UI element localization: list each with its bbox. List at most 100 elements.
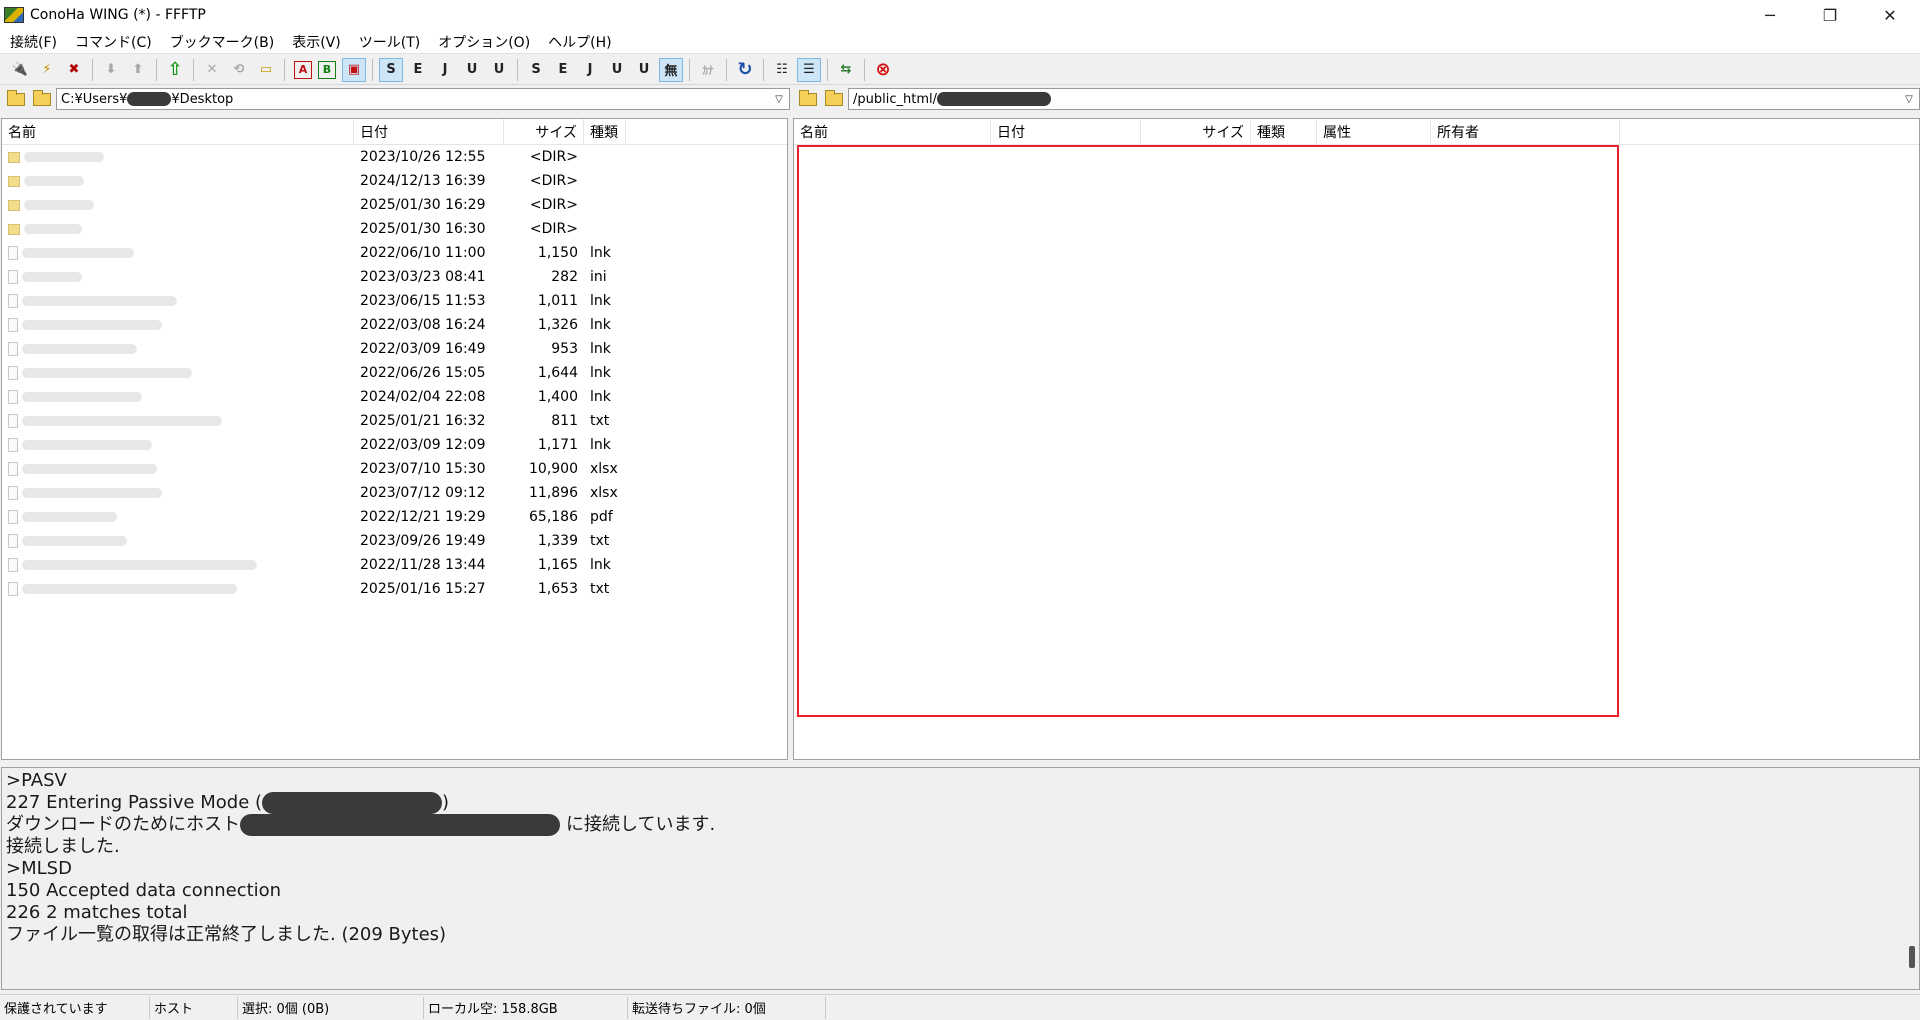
remote-open-folder-icon[interactable] <box>822 88 846 110</box>
table-row[interactable]: 2022/03/09 12:09 1,171 lnk <box>2 433 787 457</box>
log-window[interactable]: >PASV 227 Entering Passive Mode () ダウンロー… <box>1 767 1920 990</box>
auto-mode-icon[interactable]: ▣ <box>342 57 366 82</box>
local-col-size[interactable]: サイズ <box>504 119 584 145</box>
menu-view[interactable]: 表示(V) <box>286 32 347 52</box>
remote-file-list[interactable]: 名前 日付 サイズ 種類 属性 所有者 <box>793 118 1920 760</box>
table-row[interactable]: 2023/07/12 09:12 11,896 xlsx <box>2 481 787 505</box>
table-row[interactable]: 2024/02/04 22:08 1,400 lnk <box>2 385 787 409</box>
log-line: 150 Accepted data connection <box>6 880 282 901</box>
blurred-file-name <box>22 584 237 594</box>
remote-col-attr[interactable]: 属性 <box>1317 119 1431 145</box>
disconnect-icon[interactable]: ✖ <box>62 58 86 82</box>
remote-parent-folder-icon[interactable] <box>796 88 820 110</box>
remote-path-bar: /public_html/ ▽ <box>796 87 1920 111</box>
table-row[interactable]: 2022/06/26 15:05 1,644 lnk <box>2 361 787 385</box>
download-icon[interactable]: ⬇ <box>99 58 123 82</box>
utf8n-host-icon[interactable]: U <box>460 58 484 82</box>
menu-options[interactable]: オプション(O) <box>432 32 536 52</box>
table-row[interactable]: 2025/01/16 15:27 1,653 txt <box>2 577 787 601</box>
remote-col-type[interactable]: 種類 <box>1251 119 1317 145</box>
chevron-down-icon[interactable]: ▽ <box>771 91 787 107</box>
menu-tools[interactable]: ツール(T) <box>353 32 426 52</box>
file-name-cell <box>2 457 354 481</box>
local-file-list[interactable]: 名前 日付 サイズ 種類 2023/10/26 12:55 <DIR> 2024/1… <box>1 118 788 760</box>
table-row[interactable]: 2023/06/15 11:53 1,011 lnk <box>2 289 787 313</box>
list-view-icon[interactable]: ☷ <box>770 58 794 82</box>
detail-view-icon[interactable]: ☰ <box>797 57 821 82</box>
file-type-cell: pdf <box>590 509 613 525</box>
sjis-host-icon[interactable]: S <box>379 57 403 82</box>
table-row[interactable]: 2025/01/30 16:29 <DIR> <box>2 193 787 217</box>
file-date-cell: 2022/03/09 12:09 <box>360 437 486 453</box>
kana-convert-icon[interactable]: ｶﾅ <box>696 58 720 82</box>
file-name-cell <box>2 433 354 457</box>
file-size-cell: <DIR> <box>529 173 578 189</box>
remote-col-date[interactable]: 日付 <box>991 119 1141 145</box>
mirror-upload-icon[interactable]: ⇧ <box>163 58 187 82</box>
no-convert-icon[interactable]: 無 <box>659 57 683 82</box>
table-row[interactable]: 2023/03/23 08:41 282 ini <box>2 265 787 289</box>
binary-mode-icon[interactable]: B <box>318 60 336 79</box>
remote-path-input[interactable]: /public_html/ ▽ <box>848 88 1920 110</box>
connect-icon[interactable]: 🔌 <box>8 58 32 82</box>
menu-connect[interactable]: 接続(F) <box>4 32 63 52</box>
menu-help[interactable]: ヘルプ(H) <box>542 32 617 52</box>
blurred-file-name <box>24 224 82 234</box>
local-col-date[interactable]: 日付 <box>354 119 504 145</box>
euc-local-icon[interactable]: E <box>551 58 575 82</box>
table-row[interactable]: 2025/01/21 16:32 811 txt <box>2 409 787 433</box>
sjis-local-icon[interactable]: S <box>524 58 548 82</box>
blurred-file-name <box>24 176 84 186</box>
file-name-cell <box>2 265 354 289</box>
maximize-button[interactable]: ❐ <box>1800 0 1860 30</box>
local-col-name[interactable]: 名前 <box>2 119 354 145</box>
minimize-button[interactable]: ─ <box>1740 0 1800 30</box>
file-type-cell: lnk <box>590 557 611 573</box>
quick-connect-icon[interactable]: ⚡ <box>35 58 59 82</box>
upload-icon[interactable]: ⬆ <box>126 58 150 82</box>
chevron-down-icon[interactable]: ▽ <box>1901 91 1917 107</box>
local-path-input[interactable]: C:¥Users¥ ¥Desktop ▽ <box>56 88 790 110</box>
table-row[interactable]: 2023/10/26 12:55 <DIR> <box>2 145 787 169</box>
table-row[interactable]: 2022/06/10 11:00 1,150 lnk <box>2 241 787 265</box>
local-parent-folder-icon[interactable] <box>4 88 28 110</box>
table-row[interactable]: 2023/07/10 15:30 10,900 xlsx <box>2 457 787 481</box>
log-scrollbar-thumb[interactable] <box>1909 946 1915 968</box>
mkdir-icon[interactable]: ▭ <box>254 58 278 82</box>
table-row[interactable]: 2022/03/08 16:24 1,326 lnk <box>2 313 787 337</box>
file-name-cell <box>2 193 354 217</box>
refresh-icon[interactable]: ↻ <box>733 58 757 82</box>
menu-bookmark[interactable]: ブックマーク(B) <box>164 32 281 52</box>
file-icon <box>8 366 18 380</box>
ascii-mode-icon[interactable]: A <box>294 60 312 79</box>
local-col-type[interactable]: 種類 <box>584 119 626 145</box>
utf8-host-icon[interactable]: U <box>487 58 511 82</box>
table-row[interactable]: 2022/12/21 19:29 65,186 pdf <box>2 505 787 529</box>
utf8-local-icon[interactable]: U <box>632 58 656 82</box>
utf8n-local-icon[interactable]: U <box>605 58 629 82</box>
stop-icon[interactable]: ⊗ <box>871 58 895 82</box>
remote-col-size[interactable]: サイズ <box>1141 119 1251 145</box>
delete-icon[interactable]: ✕ <box>200 58 224 82</box>
menu-command[interactable]: コマンド(C) <box>69 32 158 52</box>
file-date-cell: 2022/12/21 19:29 <box>360 509 486 525</box>
remote-col-owner[interactable]: 所有者 <box>1431 119 1620 145</box>
table-row[interactable]: 2025/01/30 16:30 <DIR> <box>2 217 787 241</box>
file-type-cell: lnk <box>590 389 611 405</box>
remote-col-name[interactable]: 名前 <box>794 119 991 145</box>
jis-local-icon[interactable]: J <box>578 58 602 82</box>
redacted-remote-dir <box>937 92 1051 106</box>
local-open-folder-icon[interactable] <box>30 88 54 110</box>
sync-icon[interactable]: ⇆ <box>834 58 858 82</box>
euc-host-icon[interactable]: E <box>406 58 430 82</box>
status-queue: 転送待ちファイル: 0個 <box>628 996 826 1019</box>
remote-column-header: 名前 日付 サイズ 種類 属性 所有者 <box>794 119 1919 145</box>
jis-host-icon[interactable]: J <box>433 58 457 82</box>
table-row[interactable]: 2022/03/09 16:49 953 lnk <box>2 337 787 361</box>
rename-icon[interactable]: ⟲ <box>227 58 251 82</box>
table-row[interactable]: 2022/11/28 13:44 1,165 lnk <box>2 553 787 577</box>
close-button[interactable]: ✕ <box>1860 0 1920 30</box>
table-row[interactable]: 2024/12/13 16:39 <DIR> <box>2 169 787 193</box>
table-row[interactable]: 2023/09/26 19:49 1,339 txt <box>2 529 787 553</box>
blurred-file-name <box>22 536 127 546</box>
